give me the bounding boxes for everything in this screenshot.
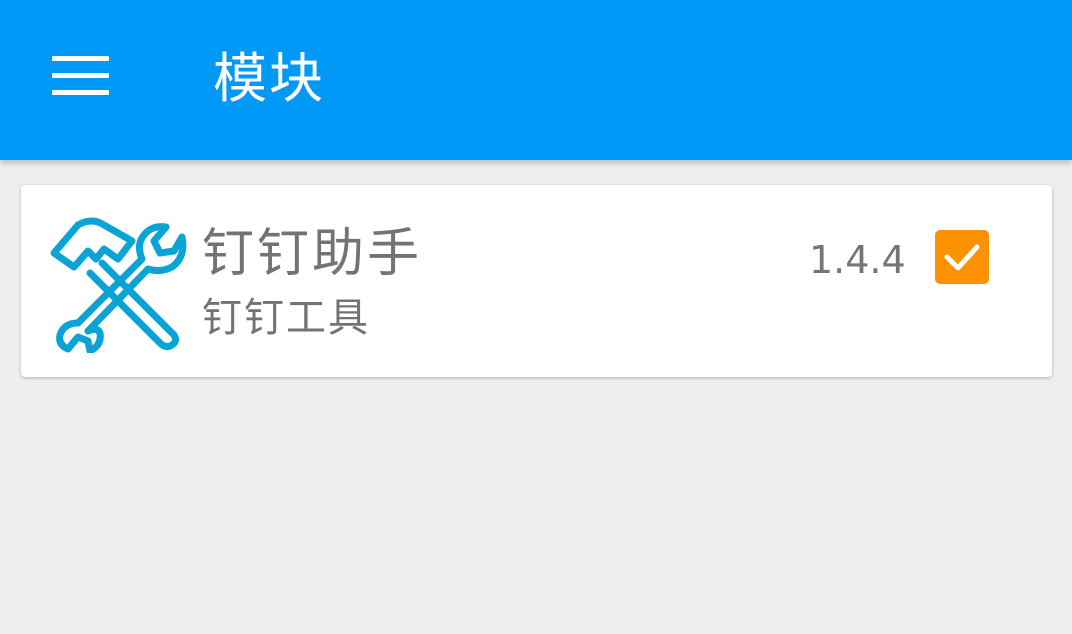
tools-wrench-hammer-icon [48,213,188,355]
module-version: 1.4.4 [809,238,906,282]
module-name: 钉钉助手 [202,224,423,284]
page-title: 模块 [213,47,325,110]
checkmark-icon [944,244,980,271]
module-enabled-checkbox[interactable] [935,230,989,284]
module-card[interactable]: 钉钉助手 钉钉工具 1.4.4 [21,185,1052,377]
hamburger-menu-icon[interactable] [40,44,122,108]
app-bar: 模块 [0,0,1072,160]
module-description: 钉钉工具 [202,295,370,341]
